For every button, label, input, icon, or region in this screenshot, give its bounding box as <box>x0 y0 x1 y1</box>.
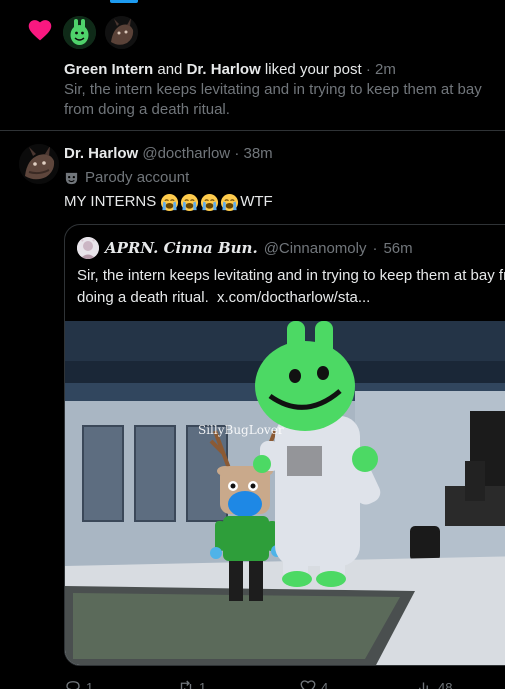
tweet-header: Dr. Harlow @doctharlow · 38m <box>64 144 273 164</box>
notification-action: liked your post <box>264 61 362 78</box>
repost-button[interactable]: 1 <box>177 678 206 689</box>
conjunction: and <box>157 61 183 78</box>
views-icon <box>419 682 428 689</box>
tab-indicator <box>110 0 138 3</box>
separator: · <box>234 145 240 162</box>
notification-preview: Sir, the intern keeps levitating and in … <box>64 81 482 118</box>
theater-mask-icon <box>65 172 78 184</box>
like-notification[interactable]: Green Intern and Dr. Harlow liked your p… <box>0 0 505 131</box>
tweet-time[interactable]: 38m <box>243 145 272 162</box>
crying-face-icon <box>221 193 239 211</box>
crying-face-icon <box>201 193 219 211</box>
actor-1-name[interactable]: Green Intern <box>64 61 153 78</box>
cinna-bun-avatar[interactable] <box>77 237 99 259</box>
parody-label[interactable]: Parody account <box>64 168 189 188</box>
quoted-author-name[interactable]: APRN. Cinna Bun. <box>105 239 258 257</box>
tweet-text-suffix: WTF <box>240 193 273 210</box>
separator: · <box>372 239 378 257</box>
reply-button[interactable]: 1 <box>64 678 93 689</box>
dr-harlow-tweet-avatar[interactable] <box>19 144 59 184</box>
tweet-actions: 1 1 4 48 <box>64 678 484 689</box>
media-watermark: SillyBugLover <box>198 423 284 437</box>
like-button[interactable]: 4 <box>299 678 328 689</box>
reply-count: 1 <box>86 679 94 689</box>
quoted-post-card[interactable]: APRN. Cinna Bun. @Cinnanomoly · 56m Sir,… <box>64 224 505 666</box>
quoted-text-line-1: Sir, the intern keeps levitating and in … <box>77 267 505 284</box>
quoted-post-text: Sir, the intern keeps levitating and in … <box>77 265 505 309</box>
tweet-text: MY INTERNS WTF <box>64 192 273 212</box>
author-handle[interactable]: @doctharlow <box>142 145 230 162</box>
parody-label-text: Parody account <box>85 169 190 186</box>
notification-text: Green Intern and Dr. Harlow liked your p… <box>64 60 396 80</box>
like-icon <box>300 680 316 689</box>
author-name[interactable]: Dr. Harlow <box>64 145 138 162</box>
quoted-link[interactable]: x.com/doctharlow/sta... <box>217 289 370 306</box>
tweet-text-main: MY INTERNS <box>64 193 157 210</box>
views-button[interactable]: 48 <box>416 678 452 689</box>
reply-icon <box>66 681 80 689</box>
quoted-post-header: APRN. Cinna Bun. @Cinnanomoly · 56m <box>77 237 413 259</box>
separator: · <box>365 61 371 78</box>
like-count: 4 <box>321 679 329 689</box>
quoted-text-line-2: doing a death ritual. x.com/doctharlow/s… <box>77 287 505 309</box>
views-count: 48 <box>438 679 453 689</box>
crying-emoji-group <box>160 193 240 212</box>
crying-face-icon <box>161 193 179 211</box>
actor-2-name[interactable]: Dr. Harlow <box>187 61 261 78</box>
crying-face-icon <box>181 193 199 211</box>
dr-harlow-avatar[interactable] <box>105 16 138 49</box>
quoted-time: 56m <box>383 239 413 257</box>
repost-count: 1 <box>199 679 207 689</box>
quoted-post-image[interactable]: SillyBugLover <box>65 321 505 666</box>
green-intern-avatar[interactable] <box>63 16 96 49</box>
heart-icon <box>28 20 52 41</box>
quoted-text-line-2-text: doing a death ritual. <box>77 289 209 306</box>
notification-time: 2m <box>374 61 396 78</box>
repost-icon <box>180 680 192 689</box>
quoted-author-handle[interactable]: @Cinnanomoly <box>264 240 367 257</box>
